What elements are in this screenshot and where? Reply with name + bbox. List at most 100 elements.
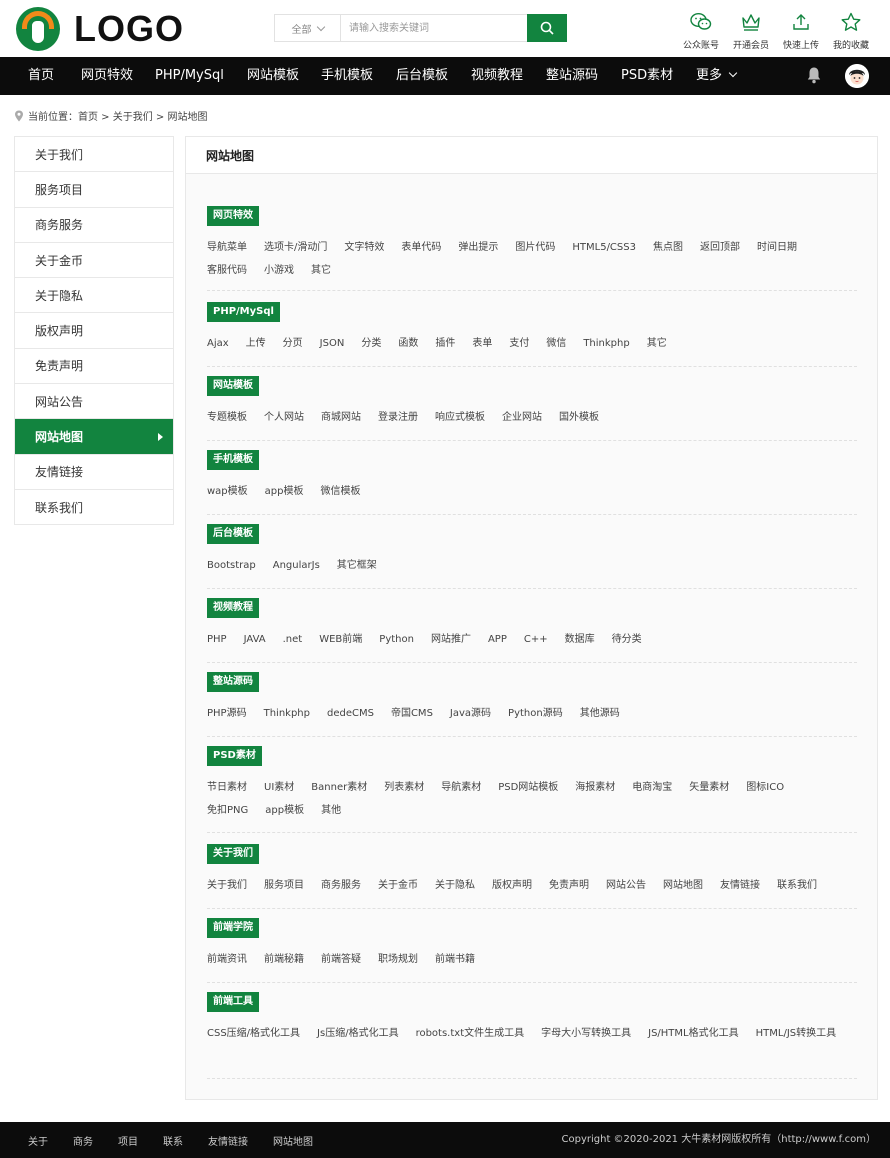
sidebar-item-about[interactable]: 关于我们 bbox=[15, 137, 173, 173]
sitemap-link[interactable]: 国外模板 bbox=[559, 406, 599, 429]
sidebar-item-links[interactable]: 友情链接 bbox=[15, 455, 173, 490]
footer-link[interactable]: 联系 bbox=[163, 1133, 183, 1148]
sitemap-link[interactable]: 商务服务 bbox=[321, 874, 361, 897]
sitemap-link[interactable]: 微信 bbox=[546, 332, 566, 355]
sitemap-link[interactable]: 海报素材 bbox=[575, 776, 615, 799]
sitemap-link[interactable]: 导航素材 bbox=[441, 776, 481, 799]
search-input[interactable] bbox=[341, 15, 527, 41]
sitemap-link[interactable]: 服务项目 bbox=[264, 874, 304, 897]
footer-link[interactable]: 商务 bbox=[73, 1133, 93, 1148]
nav-item-psd[interactable]: PSD素材 bbox=[621, 57, 673, 95]
section-title[interactable]: PSD素材 bbox=[207, 746, 262, 766]
sitemap-link[interactable]: 返回顶部 bbox=[700, 236, 740, 259]
sitemap-link[interactable]: 登录注册 bbox=[378, 406, 418, 429]
sitemap-link[interactable]: UI素材 bbox=[264, 776, 294, 799]
nav-item-more[interactable]: 更多 bbox=[696, 57, 738, 95]
sitemap-link[interactable]: Java源码 bbox=[450, 702, 491, 725]
sitemap-link[interactable]: 关于隐私 bbox=[435, 874, 475, 897]
sidebar-item-privacy[interactable]: 关于隐私 bbox=[15, 278, 173, 314]
sitemap-link[interactable]: 图标ICO bbox=[746, 776, 784, 799]
site-logo[interactable]: LOGO bbox=[16, 6, 184, 51]
sitemap-link[interactable]: 前端秘籍 bbox=[264, 948, 304, 971]
sitemap-link[interactable]: 网站公告 bbox=[606, 874, 646, 897]
search-button[interactable] bbox=[527, 14, 567, 42]
section-title[interactable]: 网站模板 bbox=[207, 376, 259, 396]
user-avatar[interactable] bbox=[845, 64, 869, 88]
sitemap-link[interactable]: 图片代码 bbox=[515, 236, 555, 259]
sitemap-link[interactable]: Bootstrap bbox=[207, 554, 256, 577]
sitemap-link[interactable]: 分页 bbox=[283, 332, 303, 355]
nav-item-mobile[interactable]: 手机模板 bbox=[321, 57, 373, 95]
sitemap-link[interactable]: 列表素材 bbox=[384, 776, 424, 799]
sitemap-link[interactable]: 字母大小写转换工具 bbox=[541, 1022, 631, 1045]
section-title[interactable]: 后台模板 bbox=[207, 524, 259, 544]
tool-favorites[interactable]: 我的收藏 bbox=[826, 10, 876, 51]
sitemap-link[interactable]: 职场规划 bbox=[378, 948, 418, 971]
sitemap-link[interactable]: 矢量素材 bbox=[689, 776, 729, 799]
sitemap-link[interactable]: PHP bbox=[207, 628, 227, 651]
sitemap-link[interactable]: Thinkphp bbox=[583, 332, 629, 355]
sitemap-link[interactable]: 其它框架 bbox=[337, 554, 377, 577]
section-title[interactable]: 网页特效 bbox=[207, 206, 259, 226]
search-category-select[interactable]: 全部 bbox=[275, 15, 341, 41]
sitemap-link[interactable]: 函数 bbox=[398, 332, 418, 355]
sitemap-link[interactable]: 文字特效 bbox=[344, 236, 384, 259]
sitemap-link[interactable]: 版权声明 bbox=[492, 874, 532, 897]
sidebar-item-disclaimer[interactable]: 免责声明 bbox=[15, 349, 173, 385]
sitemap-link[interactable]: 数据库 bbox=[565, 628, 595, 651]
sitemap-link[interactable]: 上传 bbox=[246, 332, 266, 355]
sitemap-link[interactable]: 前端答疑 bbox=[321, 948, 361, 971]
sitemap-link[interactable]: C++ bbox=[524, 628, 548, 651]
footer-link[interactable]: 友情链接 bbox=[208, 1133, 248, 1148]
sitemap-link[interactable]: 前端书籍 bbox=[435, 948, 475, 971]
sitemap-link[interactable]: 友情链接 bbox=[720, 874, 760, 897]
sitemap-link[interactable]: 关于我们 bbox=[207, 874, 247, 897]
nav-item-effects[interactable]: 网页特效 bbox=[81, 57, 133, 95]
sitemap-link[interactable]: PHP源码 bbox=[207, 702, 247, 725]
nav-item-video[interactable]: 视频教程 bbox=[471, 57, 523, 95]
sitemap-link[interactable]: JS/HTML格式化工具 bbox=[648, 1022, 739, 1045]
sitemap-link[interactable]: .net bbox=[283, 628, 303, 651]
sitemap-link[interactable]: HTML/JS转换工具 bbox=[756, 1022, 837, 1045]
sitemap-link[interactable]: 联系我们 bbox=[777, 874, 817, 897]
nav-item-home[interactable]: 首页 bbox=[28, 57, 54, 95]
sitemap-link[interactable]: 焦点图 bbox=[653, 236, 683, 259]
sitemap-link[interactable]: 响应式模板 bbox=[435, 406, 485, 429]
sitemap-link[interactable]: HTML5/CSS3 bbox=[572, 236, 636, 259]
sitemap-link[interactable]: JAVA bbox=[244, 628, 266, 651]
sitemap-link[interactable]: 小游戏 bbox=[264, 259, 294, 282]
sitemap-link[interactable]: CSS压缩/格式化工具 bbox=[207, 1022, 300, 1045]
section-title[interactable]: PHP/MySql bbox=[207, 302, 280, 322]
section-title[interactable]: 关于我们 bbox=[207, 844, 259, 864]
sitemap-link[interactable]: 支付 bbox=[509, 332, 529, 355]
section-title[interactable]: 前端学院 bbox=[207, 918, 259, 938]
sitemap-link[interactable]: 其他源码 bbox=[580, 702, 620, 725]
sitemap-link[interactable]: 免责声明 bbox=[549, 874, 589, 897]
sitemap-link[interactable]: 其它 bbox=[311, 259, 331, 282]
sidebar-item-contact[interactable]: 联系我们 bbox=[15, 490, 173, 526]
sitemap-link[interactable]: robots.txt文件生成工具 bbox=[416, 1022, 525, 1045]
sidebar-item-business[interactable]: 商务服务 bbox=[15, 208, 173, 243]
sitemap-link[interactable]: 表单代码 bbox=[401, 236, 441, 259]
sitemap-link[interactable]: JSON bbox=[320, 332, 345, 355]
sitemap-link[interactable]: 电商淘宝 bbox=[632, 776, 672, 799]
section-title[interactable]: 手机模板 bbox=[207, 450, 259, 470]
sidebar-item-services[interactable]: 服务项目 bbox=[15, 172, 173, 208]
sidebar-item-coins[interactable]: 关于金币 bbox=[15, 243, 173, 279]
footer-link[interactable]: 网站地图 bbox=[273, 1133, 313, 1148]
nav-item-admin[interactable]: 后台模板 bbox=[396, 57, 448, 95]
sidebar-item-sitemap[interactable]: 网站地图 bbox=[15, 419, 173, 455]
footer-link[interactable]: 关于 bbox=[28, 1133, 48, 1148]
sitemap-link[interactable]: Banner素材 bbox=[311, 776, 367, 799]
footer-link[interactable]: 项目 bbox=[118, 1133, 138, 1148]
sitemap-link[interactable]: AngularJs bbox=[273, 554, 320, 577]
sitemap-link[interactable]: 个人网站 bbox=[264, 406, 304, 429]
sitemap-link[interactable]: 微信模板 bbox=[320, 480, 360, 503]
sitemap-link[interactable]: 网站推广 bbox=[431, 628, 471, 651]
sitemap-link[interactable]: 表单 bbox=[472, 332, 492, 355]
sitemap-link[interactable]: 其它 bbox=[647, 332, 667, 355]
tool-wechat[interactable]: 公众账号 bbox=[676, 10, 726, 51]
sitemap-link[interactable]: dedeCMS bbox=[327, 702, 374, 725]
sitemap-link[interactable]: 前端资讯 bbox=[207, 948, 247, 971]
sitemap-link[interactable]: 选项卡/滑动门 bbox=[264, 236, 327, 259]
